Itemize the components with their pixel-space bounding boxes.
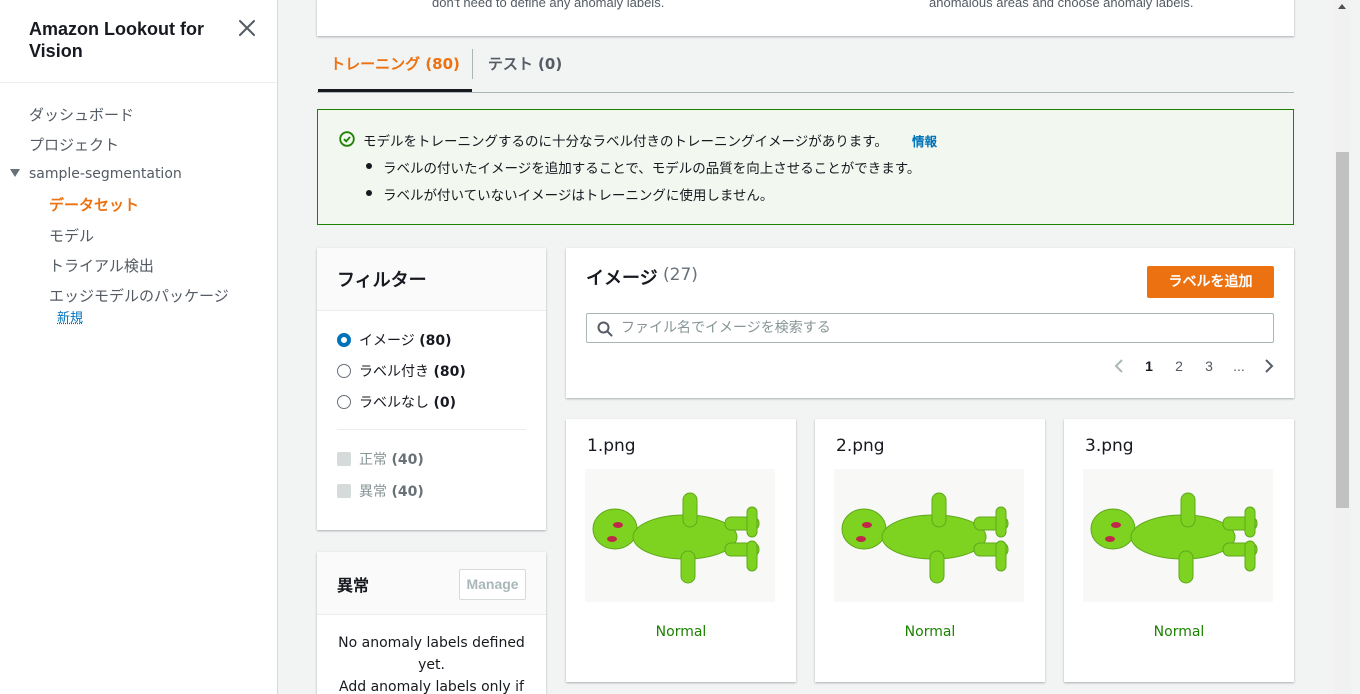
flash-title: モデルをトレーニングするのに十分なラベル付きのトレーニングイメージがあります。 [363, 134, 888, 150]
nav-dataset[interactable]: データセット [49, 194, 139, 215]
radio-count: (80) [419, 333, 452, 349]
new-badge[interactable]: 新規 [57, 307, 83, 326]
chevron-right-icon[interactable] [1261, 358, 1277, 377]
chevron-left-icon[interactable] [1111, 358, 1127, 377]
search-box[interactable] [586, 313, 1274, 343]
radio-label-text: ラベルなし [359, 395, 429, 411]
scroll-up-icon[interactable] [1338, 4, 1346, 9]
nav-edge-packages[interactable]: エッジモデルのパッケージ [49, 285, 229, 306]
pagination: 1 2 3 ... [1111, 358, 1276, 378]
anomaly-header: 異常 Manage [317, 552, 546, 615]
card-filename: 2.png [836, 436, 885, 456]
top-card-left-text: don't need to define any anomaly labels. [432, 0, 665, 10]
radio-label: ラベル付き (80) [359, 361, 466, 381]
caret-down-icon[interactable] [10, 169, 20, 177]
checkbox-label: 異常 (40) [359, 481, 424, 501]
manage-button[interactable]: Manage [459, 569, 526, 600]
checkbox[interactable] [337, 484, 351, 498]
flash-bullet-2: ラベルが付いていないイメージはトレーニングに使用しません。 [383, 188, 774, 204]
nav-trial-detection[interactable]: トライアル検出 [49, 255, 154, 276]
anomaly-empty-text: No anomaly labels defined yet. Add anoma… [337, 632, 526, 694]
anomaly-text-line: No anomaly labels defined yet. [338, 635, 525, 673]
check-circle-icon [339, 131, 355, 147]
filter-divider [337, 429, 526, 430]
image-thumbnail[interactable] [1083, 469, 1273, 602]
radio-count: (80) [433, 364, 466, 380]
card-status: Normal [904, 624, 956, 640]
anomaly-panel: 異常 Manage No anomaly labels defined yet.… [317, 552, 546, 694]
card-filename: 3.png [1085, 436, 1134, 456]
nav-projects[interactable]: プロジェクト [29, 134, 119, 155]
checkbox-count: (40) [391, 452, 424, 468]
radio-count: (0) [433, 395, 456, 411]
radio-button[interactable] [337, 395, 351, 409]
images-title: イメージ [586, 268, 658, 289]
top-card: don't need to define any anomaly labels.… [317, 0, 1294, 36]
filter-header: フィルター [317, 248, 546, 311]
close-icon[interactable] [236, 17, 258, 39]
search-icon [597, 321, 613, 337]
checkbox-count: (40) [391, 484, 424, 500]
scrollbar-thumb[interactable] [1336, 152, 1349, 508]
filter-title: フィルター [337, 270, 427, 291]
card-filename: 1.png [587, 436, 636, 456]
tab-training[interactable]: トレーニング (80) [318, 43, 472, 92]
tab-separator [472, 49, 473, 79]
images-count: (27) [663, 265, 698, 285]
checkbox-label-text: 異常 [359, 484, 387, 500]
checkbox[interactable] [337, 452, 351, 466]
nav-models[interactable]: モデル [49, 225, 94, 246]
anomaly-text-line: Add anomaly labels only if [339, 679, 524, 694]
tab-test[interactable]: テスト (0) [481, 43, 569, 92]
filter-panel: フィルター イメージ (80) ラベル付き (80) ラベルなし (0) 正常 … [317, 248, 546, 530]
app-title: Amazon Lookout for Vision [29, 19, 204, 61]
info-link[interactable]: 情報 [912, 131, 937, 150]
radio-button[interactable] [337, 333, 351, 347]
nav-project-name[interactable]: sample-segmentation [29, 166, 182, 182]
image-thumbnail[interactable] [834, 469, 1024, 602]
radio-label-text: イメージ [359, 333, 415, 349]
anomaly-title: 異常 [337, 576, 370, 595]
dataset-tabs: トレーニング (80) テスト (0) [317, 43, 1294, 93]
sidebar-header: Amazon Lookout for Vision [0, 0, 277, 83]
images-panel: イメージ (27) ラベルを追加 1 2 3 ... [566, 248, 1294, 398]
success-flash: モデルをトレーニングするのに十分なラベル付きのトレーニングイメージがあります。 … [317, 109, 1294, 225]
image-card[interactable]: 3.png Normal [1064, 419, 1294, 682]
checkbox-label-text: 正常 [359, 452, 387, 468]
image-card[interactable]: 2.png Normal [815, 419, 1045, 682]
image-thumbnail[interactable] [585, 469, 775, 602]
bullet [366, 190, 372, 196]
flash-bullet-1: ラベルの付いたイメージを追加することで、モデルの品質を向上させることができます。 [383, 161, 921, 177]
radio-label: ラベルなし (0) [359, 392, 456, 412]
page-3[interactable]: 3 [1201, 358, 1217, 374]
top-card-right-text: anomalous areas and choose anomaly label… [929, 0, 1194, 10]
page-ellipsis: ... [1233, 358, 1245, 374]
radio-label: イメージ (80) [359, 330, 451, 350]
image-card[interactable]: 1.png Normal [566, 419, 796, 682]
bullet [366, 163, 372, 169]
radio-button[interactable] [337, 364, 351, 378]
page-2[interactable]: 2 [1171, 358, 1187, 374]
checkbox-label: 正常 (40) [359, 449, 424, 469]
radio-label-text: ラベル付き [359, 364, 429, 380]
card-status: Normal [655, 624, 707, 640]
sidebar: Amazon Lookout for Vision ダッシュボード プロジェクト… [0, 0, 278, 694]
page-1[interactable]: 1 [1141, 358, 1157, 374]
nav-dashboard[interactable]: ダッシュボード [29, 104, 134, 125]
search-input[interactable] [621, 314, 1261, 342]
add-label-button[interactable]: ラベルを追加 [1147, 266, 1274, 298]
card-status: Normal [1153, 624, 1205, 640]
